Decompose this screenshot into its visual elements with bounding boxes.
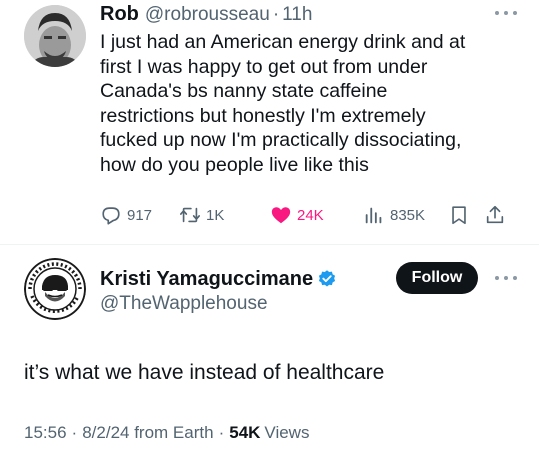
follow-button[interactable]: Follow — [396, 262, 478, 294]
avatar-thewapplehouse[interactable] — [24, 258, 86, 320]
repost-count: 1K — [206, 206, 225, 224]
reply-views-count[interactable]: 54K — [229, 423, 260, 443]
tweet-text-line: how do you people live like this — [100, 153, 369, 176]
more-dot — [504, 11, 508, 15]
more-icon[interactable] — [495, 8, 517, 18]
more-dot — [495, 276, 499, 280]
tweet-text-line: Canada's bs nanny state caffeine — [100, 80, 388, 102]
repost-button[interactable]: 1K — [179, 201, 224, 229]
like-count: 24K — [297, 206, 324, 224]
separator-dot: · — [218, 423, 225, 442]
more-dot — [513, 11, 517, 15]
separator-dot: · — [71, 423, 78, 442]
more-dot — [504, 276, 508, 280]
reply-date-source[interactable]: 8/2/24 from Earth — [82, 423, 213, 443]
reply-count: 917 — [127, 206, 153, 224]
author-name[interactable]: Rob — [100, 3, 139, 26]
tweet-header: Rob @robrousseau · 11h — [100, 3, 312, 27]
tweet-text: I just had an American energy drink and … — [100, 30, 520, 177]
original-tweet: Rob @robrousseau · 11h I just had an Ame… — [0, 0, 539, 244]
share-button[interactable] — [484, 201, 511, 229]
avatar-rob[interactable] — [24, 5, 86, 67]
reply-icon — [102, 207, 120, 225]
more-dot — [513, 276, 517, 280]
tweet-text-line: I just had an American energy drink and … — [100, 31, 466, 53]
share-icon — [486, 205, 504, 224]
tweet-text-line: restrictions but honestly I'm extremely — [100, 104, 426, 127]
views-count: 835K — [390, 206, 426, 224]
reply-text: it’s what we have instead of healthcare — [24, 361, 385, 384]
tweet-divider — [0, 244, 539, 245]
reply-meta: 15:56 · 8/2/24 from Earth · 54K Views — [24, 423, 309, 443]
separator-dot: · — [272, 4, 280, 25]
tweet-timestamp[interactable]: 11h — [282, 4, 312, 26]
reply-time[interactable]: 15:56 — [24, 423, 67, 443]
reply-author-handle[interactable]: @TheWapplehouse — [100, 293, 268, 315]
avatar-badge-logo-icon — [24, 258, 86, 320]
repost-icon — [180, 207, 200, 223]
tweet-text-line: fucked up now I'm practically dissociati… — [100, 129, 462, 151]
like-button[interactable]: 24K — [270, 201, 324, 229]
more-dot — [495, 11, 499, 15]
reply-author-row: Kristi Yamaguccimane — [100, 266, 337, 292]
views-button[interactable]: 835K — [363, 201, 425, 229]
tweet-text-line: first I was happy to get out from under — [100, 55, 428, 78]
reply-views-label: Views — [264, 423, 310, 442]
reply-button[interactable]: 917 — [100, 201, 152, 229]
verified-badge-icon[interactable] — [317, 269, 337, 289]
bookmark-icon — [452, 206, 466, 225]
avatar-photo-icon — [24, 5, 86, 67]
views-icon — [365, 207, 382, 224]
reply-author-name[interactable]: Kristi Yamaguccimane — [100, 268, 313, 291]
more-icon[interactable] — [495, 273, 517, 283]
tweet-action-bar: 917 1K 24K 835K — [100, 201, 520, 229]
author-handle[interactable]: @robrousseau — [145, 4, 270, 26]
heart-icon — [271, 207, 291, 224]
bookmark-button[interactable] — [448, 201, 475, 229]
